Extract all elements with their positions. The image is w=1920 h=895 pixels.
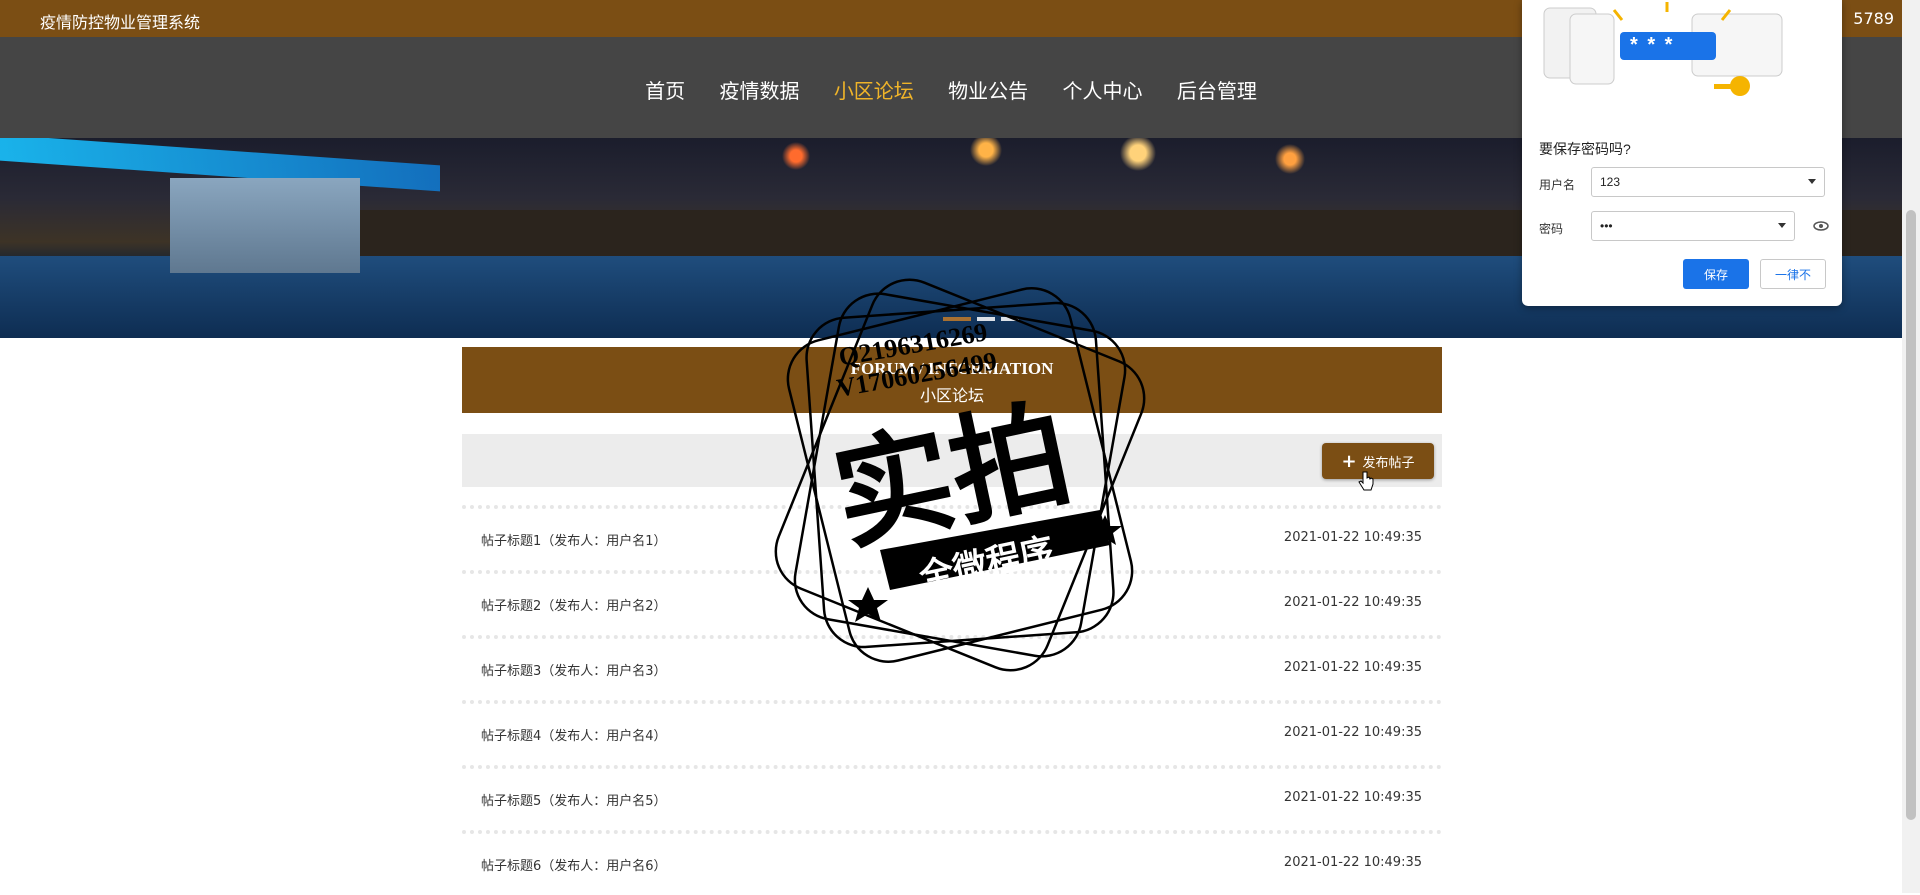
publish-post-label: 发布帖子 <box>1362 455 1415 471</box>
post-date: 2021-01-22 10:49:35 <box>1283 725 1422 740</box>
username-value: 123 <box>1600 175 1621 189</box>
post-date: 2021-01-22 10:49:35 <box>1283 855 1422 870</box>
nav-item-home[interactable]: 首页 <box>645 79 685 103</box>
save-password-popup: * * * 要保存密码吗? 用户名 123 密码 ••• 保存 一律不 <box>1522 0 1842 306</box>
post-date: 2021-01-22 10:49:35 <box>1283 530 1422 545</box>
password-label: 密码 <box>1539 222 1564 236</box>
nav-item-announcements[interactable]: 物业公告 <box>948 79 1028 103</box>
post-date: 2021-01-22 10:49:35 <box>1283 790 1422 805</box>
post-date: 2021-01-22 10:49:35 <box>1283 660 1422 675</box>
username-select[interactable]: 123 <box>1591 167 1825 197</box>
post-title[interactable]: 帖子标题2（发布人：用户名2） <box>481 595 667 614</box>
carousel-indicators <box>940 306 1022 325</box>
scrollbar-thumb[interactable] <box>1906 210 1916 820</box>
chevron-down-icon <box>1778 223 1786 228</box>
chevron-down-icon <box>1808 179 1816 184</box>
post-row[interactable]: 帖子标题5（发布人：用户名5） 2021-01-22 10:49:35 <box>462 765 1442 830</box>
nav-item-profile[interactable]: 个人中心 <box>1063 79 1143 103</box>
password-select[interactable]: ••• <box>1591 211 1795 241</box>
post-list: 帖子标题1（发布人：用户名1） 2021-01-22 10:49:35 帖子标题… <box>462 505 1442 895</box>
post-title[interactable]: 帖子标题6（发布人：用户名6） <box>481 855 667 874</box>
post-date: 2021-01-22 10:49:35 <box>1283 595 1422 610</box>
post-row[interactable]: 帖子标题6（发布人：用户名6） 2021-01-22 10:49:35 <box>462 830 1442 895</box>
nav-item-admin[interactable]: 后台管理 <box>1177 79 1257 103</box>
carousel-dot-1[interactable] <box>943 317 971 321</box>
username-label: 用户名 <box>1539 178 1576 192</box>
carousel-dot-2[interactable] <box>977 317 995 321</box>
post-row[interactable]: 帖子标题3（发布人：用户名3） 2021-01-22 10:49:35 <box>462 635 1442 700</box>
never-save-button[interactable]: 一律不 <box>1760 259 1826 289</box>
post-title[interactable]: 帖子标题5（发布人：用户名5） <box>481 790 667 809</box>
password-mask-icon: * * * <box>1630 34 1675 56</box>
section-header: FORUM / INFORMATION 小区论坛 <box>462 347 1442 413</box>
save-password-question: 要保存密码吗? <box>1539 141 1631 157</box>
publish-post-button[interactable]: + 发布帖子 <box>1322 443 1434 479</box>
forum-toolbar: + 发布帖子 <box>462 434 1442 487</box>
password-value: ••• <box>1600 219 1613 233</box>
nav-item-epidemic-data[interactable]: 疫情数据 <box>719 79 799 103</box>
banner-city-lights <box>720 138 1480 198</box>
post-title[interactable]: 帖子标题4（发布人：用户名4） <box>481 725 667 744</box>
post-title[interactable]: 帖子标题1（发布人：用户名1） <box>481 530 667 549</box>
section-title-cn: 小区论坛 <box>919 388 984 405</box>
phone-fragment: 5789 <box>1853 9 1894 28</box>
nav-item-forum[interactable]: 小区论坛 <box>834 79 914 103</box>
post-title[interactable]: 帖子标题3（发布人：用户名3） <box>481 660 667 679</box>
system-title: 疫情防控物业管理系统 <box>40 13 201 32</box>
eye-icon[interactable] <box>1813 221 1829 231</box>
plus-icon: + <box>1341 450 1357 472</box>
carousel-dot-3[interactable] <box>1001 317 1019 321</box>
save-password-button[interactable]: 保存 <box>1683 259 1749 289</box>
page-scrollbar[interactable] <box>1902 0 1920 893</box>
post-row[interactable]: 帖子标题1（发布人：用户名1） 2021-01-22 10:49:35 <box>462 505 1442 570</box>
post-row[interactable]: 帖子标题2（发布人：用户名2） 2021-01-22 10:49:35 <box>462 570 1442 635</box>
hand-cursor-icon <box>1358 471 1374 491</box>
banner-bridge-pillar <box>170 178 360 273</box>
post-row[interactable]: 帖子标题4（发布人：用户名4） 2021-01-22 10:49:35 <box>462 700 1442 765</box>
section-title-en: FORUM / INFORMATION <box>850 359 1054 378</box>
password-illustration-icon <box>1543 2 1783 96</box>
